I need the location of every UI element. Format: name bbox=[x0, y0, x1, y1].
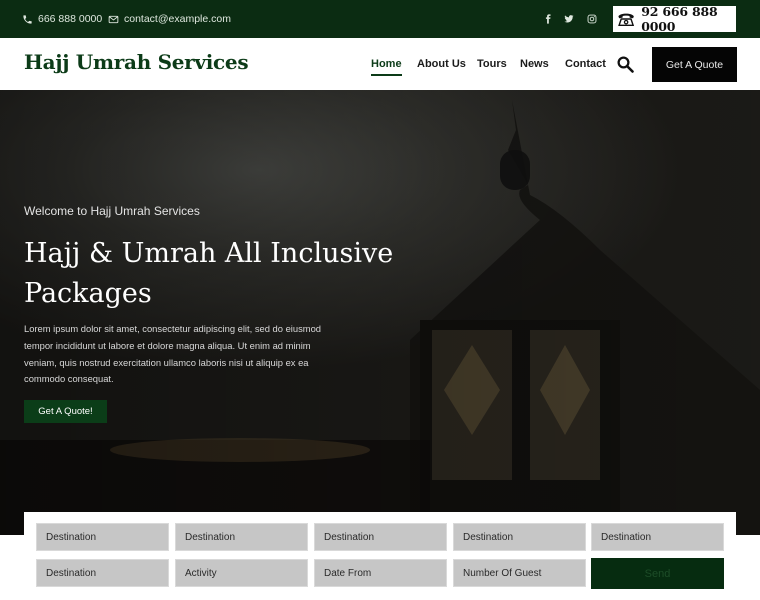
nav-news[interactable]: News bbox=[520, 38, 549, 90]
top-phone-text: 666 888 0000 bbox=[38, 13, 103, 25]
facebook-link[interactable] bbox=[543, 0, 553, 38]
site-logo[interactable]: Hajj Umrah Services bbox=[24, 50, 249, 74]
hero-banner: Welcome to Hajj Umrah Services Hajj & Um… bbox=[0, 90, 760, 535]
destination-select-3[interactable]: Destination bbox=[314, 523, 447, 551]
envelope-icon bbox=[108, 15, 119, 23]
instagram-link[interactable] bbox=[587, 0, 597, 38]
search-icon bbox=[617, 56, 634, 73]
main-header: Hajj Umrah Services Home About Us Tours … bbox=[0, 38, 760, 90]
hero-description: Lorem ipsum dolor sit amet, consectetur … bbox=[24, 323, 322, 385]
instagram-icon bbox=[587, 14, 597, 24]
hero-title: Hajj & Umrah All Inclusive Packages bbox=[24, 238, 394, 309]
facebook-icon bbox=[545, 14, 551, 24]
top-email-text: contact@example.com bbox=[124, 13, 231, 25]
date-from-field[interactable]: Date From bbox=[314, 559, 447, 587]
hotline-box[interactable]: 92 666 888 0000 bbox=[613, 4, 736, 34]
destination-select-4[interactable]: Destination bbox=[453, 523, 586, 551]
destination-select-6[interactable]: Destination bbox=[36, 559, 169, 587]
search-button[interactable] bbox=[616, 55, 634, 73]
nav-tours[interactable]: Tours bbox=[477, 38, 507, 90]
hotline-number: 92 666 888 0000 bbox=[641, 4, 718, 34]
top-bar: 666 888 0000 contact@example.com 92 666 … bbox=[0, 0, 760, 38]
twitter-icon bbox=[564, 15, 574, 23]
number-of-guest-field[interactable]: Number Of Guest bbox=[453, 559, 586, 587]
tour-search-form: Destination Destination Destination Dest… bbox=[24, 512, 736, 600]
telephone-icon bbox=[618, 13, 635, 27]
hero-welcome-text: Welcome to Hajj Umrah Services bbox=[24, 204, 200, 218]
send-button[interactable]: Send bbox=[591, 558, 724, 589]
nav-about-us[interactable]: About Us bbox=[417, 38, 466, 90]
activity-select[interactable]: Activity bbox=[175, 559, 308, 587]
top-email[interactable]: contact@example.com bbox=[108, 0, 231, 38]
destination-select-1[interactable]: Destination bbox=[36, 523, 169, 551]
nav-home[interactable]: Home bbox=[371, 38, 402, 90]
top-phone[interactable]: 666 888 0000 bbox=[22, 0, 102, 38]
get-a-quote-button[interactable]: Get A Quote bbox=[652, 47, 737, 82]
destination-select-5[interactable]: Destination bbox=[591, 523, 724, 551]
twitter-link[interactable] bbox=[564, 0, 574, 38]
nav-contact[interactable]: Contact bbox=[565, 38, 606, 90]
destination-select-2[interactable]: Destination bbox=[175, 523, 308, 551]
phone-icon bbox=[23, 14, 32, 24]
hero-get-a-quote-button[interactable]: Get A Quote! bbox=[24, 400, 107, 423]
